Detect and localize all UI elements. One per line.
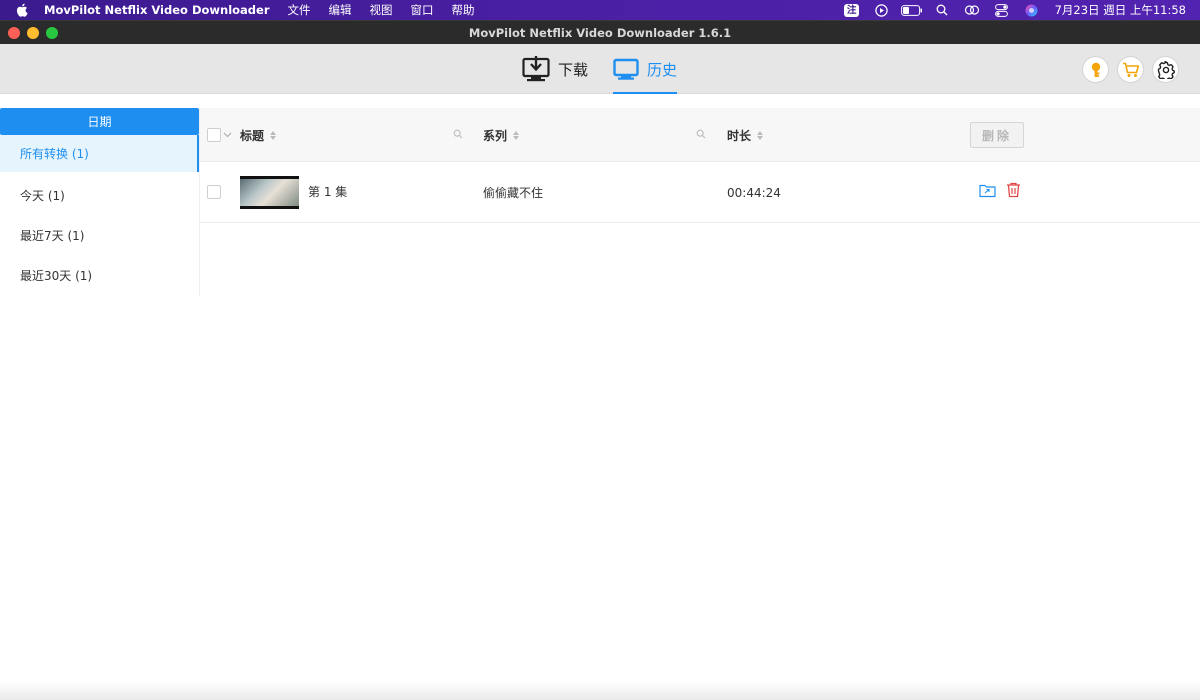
key-icon <box>1091 62 1100 77</box>
window-controls <box>8 27 58 39</box>
sidebar-item-label: 所有转换 (1) <box>20 147 89 161</box>
menu-clock[interactable]: 7月23日 週日 上午11:58 <box>1055 2 1186 18</box>
sort-icon[interactable] <box>513 130 520 140</box>
series-filter-search-icon[interactable] <box>696 129 706 139</box>
sidebar-item-all[interactable]: 所有转换 (1) <box>0 135 199 172</box>
sidebar: 日期 所有转换 (1) 今天 (1) 最近7天 (1) 最近30天 (1) <box>0 108 200 296</box>
menu-edit[interactable]: 编辑 <box>329 2 352 18</box>
menu-file[interactable]: 文件 <box>288 2 311 18</box>
menu-window[interactable]: 窗口 <box>411 2 434 18</box>
row-checkbox[interactable] <box>207 185 221 199</box>
battery-icon[interactable] <box>897 0 927 20</box>
play-circle-icon[interactable] <box>867 0 897 20</box>
tab-download-label: 下载 <box>558 60 589 79</box>
menu-app-name[interactable]: MovPilot Netflix Video Downloader <box>44 3 270 17</box>
sidebar-item-label: 今天 (1) <box>20 188 65 203</box>
gear-icon <box>1157 60 1175 79</box>
sidebar-item-last-30-days[interactable]: 最近30天 (1) <box>0 255 199 295</box>
sidebar-item-label: 最近30天 (1) <box>20 268 93 283</box>
download-monitor-icon <box>522 56 550 82</box>
close-window-button[interactable] <box>8 27 20 39</box>
video-thumbnail <box>240 176 299 209</box>
open-folder-icon[interactable] <box>979 183 996 198</box>
column-duration-header[interactable]: 时长 <box>727 108 764 162</box>
sidebar-item-label: 最近7天 (1) <box>20 228 85 243</box>
column-duration-label: 时长 <box>727 128 752 143</box>
toolbar: 下载 历史 <box>0 44 1200 94</box>
search-icon[interactable] <box>927 0 957 20</box>
window-bottom-edge <box>0 682 1200 700</box>
delete-selected-button[interactable]: 删除 <box>970 122 1024 148</box>
tab-history-label: 历史 <box>647 60 678 79</box>
column-title-header[interactable]: 标题 <box>240 108 277 162</box>
history-table: 标题 系列 时长 删除 第 1 集 偷偷藏不住 00:44:24 <box>200 108 1200 223</box>
sort-icon[interactable] <box>757 130 764 140</box>
store-button[interactable] <box>1118 57 1143 82</box>
sidebar-header: 日期 <box>0 108 199 135</box>
row-title: 第 1 集 <box>308 184 348 199</box>
maximize-window-button[interactable] <box>46 27 58 39</box>
monitor-icon <box>613 58 639 80</box>
column-title-label: 标题 <box>240 128 265 143</box>
apple-icon[interactable] <box>0 3 44 17</box>
select-all-control[interactable] <box>207 128 232 142</box>
tab-history[interactable]: 历史 <box>613 44 678 94</box>
window-title: MovPilot Netflix Video Downloader 1.6.1 <box>468 25 732 40</box>
sidebar-item-last-7-days[interactable]: 最近7天 (1) <box>0 215 199 255</box>
minimize-window-button[interactable] <box>27 27 39 39</box>
table-header: 标题 系列 时长 删除 <box>200 108 1200 162</box>
screen-mirroring-icon[interactable] <box>957 0 987 20</box>
register-key-button[interactable] <box>1083 57 1108 82</box>
row-series: 偷偷藏不住 <box>483 186 544 200</box>
siri-icon[interactable] <box>1017 0 1047 20</box>
select-all-checkbox[interactable] <box>207 128 221 142</box>
chevron-down-icon[interactable] <box>223 132 232 138</box>
trash-icon[interactable] <box>1006 182 1021 198</box>
control-center-icon[interactable] <box>987 0 1017 20</box>
window-title-bar: MovPilot Netflix Video Downloader 1.6.1 <box>0 20 1200 44</box>
cart-icon <box>1122 62 1139 77</box>
table-row: 第 1 集 偷偷藏不住 00:44:24 <box>200 162 1200 223</box>
row-duration: 00:44:24 <box>727 185 781 200</box>
input-method-icon[interactable]: 注 <box>837 0 867 20</box>
menu-view[interactable]: 视图 <box>370 2 393 18</box>
menu-bar: MovPilot Netflix Video Downloader 文件 编辑 … <box>0 0 1200 20</box>
sidebar-item-today[interactable]: 今天 (1) <box>0 175 199 215</box>
settings-button[interactable] <box>1153 57 1178 82</box>
input-method-label: 注 <box>843 3 860 17</box>
menu-help[interactable]: 帮助 <box>452 2 475 18</box>
sort-icon[interactable] <box>270 130 277 140</box>
column-series-label: 系列 <box>483 128 508 143</box>
tab-download[interactable]: 下载 <box>522 44 588 94</box>
title-filter-search-icon[interactable] <box>453 129 463 139</box>
column-series-header[interactable]: 系列 <box>483 108 520 162</box>
